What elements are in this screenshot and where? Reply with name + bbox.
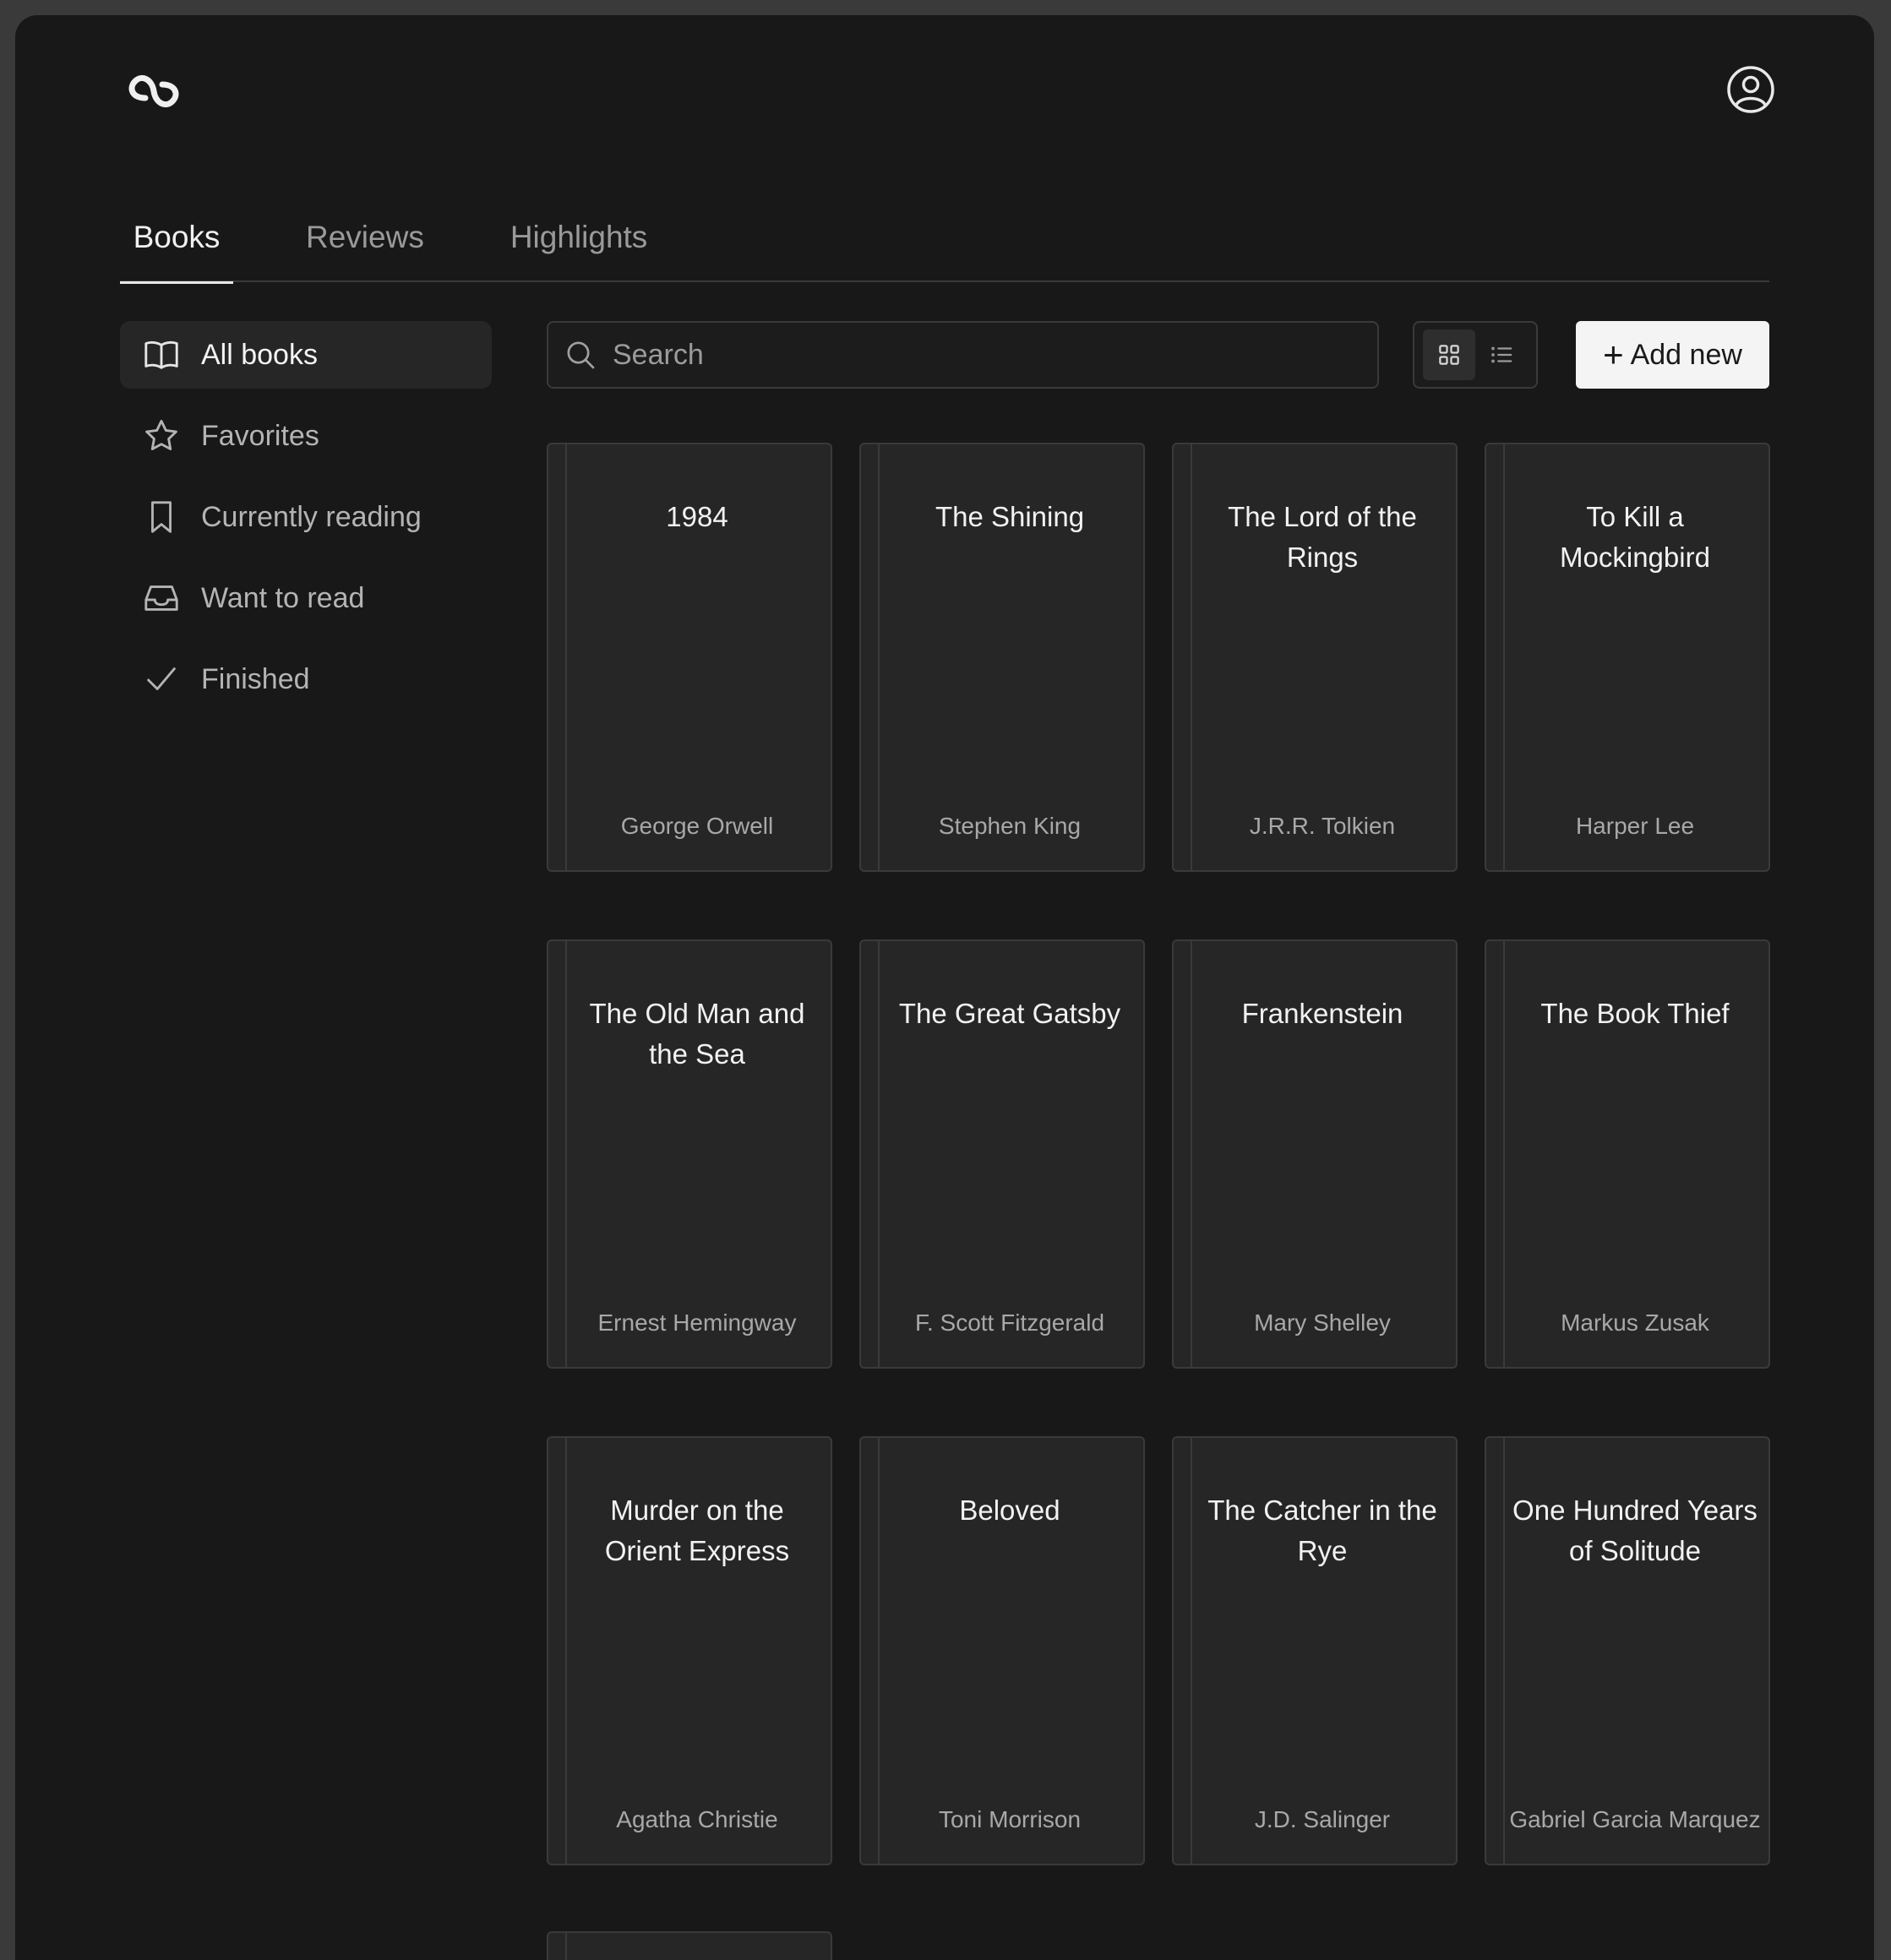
grid-icon [1439, 345, 1459, 365]
sidebar-item-label: All books [201, 338, 318, 371]
sidebar-item-favorites[interactable]: Favorites [120, 402, 492, 470]
book-card[interactable]: Frankenstein Mary Shelley [1172, 939, 1458, 1369]
sidebar-item-currently-reading[interactable]: Currently reading [120, 483, 492, 551]
sidebar: All books Favorites Currently reading Wa… [120, 321, 492, 727]
view-toggle [1413, 321, 1538, 389]
book-author: George Orwell [620, 813, 774, 839]
book-spine [878, 444, 880, 870]
app-window: Books Reviews Highlights All books Favor… [15, 15, 1874, 1960]
tab-books[interactable]: Books [120, 193, 233, 284]
book-author: Mary Shelley [1254, 1309, 1391, 1336]
book-card[interactable]: Beloved Toni Morrison [859, 1436, 1145, 1865]
top-bar [15, 15, 1874, 133]
book-spine [878, 941, 880, 1367]
search-input[interactable] [613, 338, 1339, 372]
inbox-icon [142, 579, 181, 618]
sidebar-item-finished[interactable]: Finished [120, 645, 492, 713]
book-title: The Old Man and the Sea [589, 998, 805, 1070]
book-spine [1503, 444, 1505, 870]
book-grid: 1984 George Orwell The Shining Stephen Kin… [547, 443, 1772, 1865]
book-spine [565, 1438, 567, 1864]
book-title: The Great Gatsby [898, 998, 1121, 1029]
add-new-label: Add new [1630, 338, 1742, 371]
check-icon [142, 660, 181, 699]
book-author: Markus Zusak [1561, 1309, 1709, 1336]
tab-highlights[interactable]: Highlights [495, 193, 662, 282]
sidebar-item-label: Want to read [201, 581, 365, 614]
book-spine [1191, 1438, 1192, 1864]
book-author: Stephen King [938, 813, 1082, 839]
sidebar-item-all-books[interactable]: All books [120, 321, 492, 389]
book-card[interactable]: Murder on the Orient Express Agatha Chris… [547, 1436, 832, 1865]
book-spine [878, 1438, 880, 1864]
sidebar-item-label: Finished [201, 662, 310, 695]
add-new-button[interactable]: + Add new [1576, 321, 1769, 389]
book-title: The Catcher in the Rye [1207, 1494, 1437, 1566]
plus-icon: + [1603, 335, 1624, 374]
book-card[interactable]: The Old Man and the Sea Ernest Hemingway [547, 939, 832, 1369]
book-spine [1503, 1438, 1505, 1864]
search-icon [567, 341, 595, 369]
book-spine [1191, 941, 1192, 1367]
book-card[interactable]: The Lord of the Rings J.R.R. Tolkien [1172, 443, 1458, 872]
list-view-button[interactable] [1475, 329, 1528, 380]
book-spine [1503, 941, 1505, 1367]
sidebar-item-label: Favorites [201, 419, 319, 452]
book-title: 1984 [666, 501, 728, 532]
user-circle-icon[interactable] [1724, 63, 1778, 117]
open-book-icon [142, 335, 181, 374]
book-card[interactable]: The Great Gatsby F. Scott Fitzgerald [859, 939, 1145, 1369]
book-author: F. Scott Fitzgerald [914, 1309, 1105, 1336]
list-icon [1491, 346, 1512, 363]
book-author: J.R.R. Tolkien [1249, 813, 1396, 839]
book-spine [565, 941, 567, 1367]
book-author: Agatha Christie [616, 1806, 778, 1832]
book-title: The Lord of the Rings [1228, 501, 1417, 573]
book-author: J.D. Salinger [1254, 1806, 1391, 1832]
book-author: Toni Morrison [938, 1806, 1082, 1832]
book-title: The Book Thief [1540, 998, 1730, 1029]
book-card[interactable]: 1984 George Orwell [547, 443, 832, 872]
bookmark-icon [142, 498, 181, 536]
book-card[interactable]: The Catcher in the Rye J.D. Salinger [1172, 1436, 1458, 1865]
search-box[interactable] [547, 321, 1379, 389]
book-title: Beloved [959, 1494, 1060, 1526]
book-card[interactable]: The Shining Stephen King [859, 443, 1145, 872]
book-title: One Hundred Years of Solitude [1512, 1494, 1757, 1566]
book-spine [565, 1933, 567, 1960]
book-title: To Kill a Mockingbird [1560, 501, 1710, 573]
book-title: The Shining [935, 501, 1085, 532]
swoosh-logo-icon[interactable] [120, 63, 188, 130]
book-author: Ernest Hemingway [597, 1309, 797, 1336]
book-spine [565, 444, 567, 870]
book-title: Murder on the Orient Express [604, 1494, 790, 1566]
sidebar-item-want-to-read[interactable]: Want to read [120, 564, 492, 632]
star-icon [142, 416, 181, 455]
book-card[interactable]: To Kill a Mockingbird Harper Lee [1485, 443, 1770, 872]
grid-view-button[interactable] [1423, 329, 1475, 380]
book-card-partial[interactable] [547, 1931, 832, 1960]
sidebar-item-label: Currently reading [201, 500, 422, 533]
book-card[interactable]: One Hundred Years of Solitude Gabriel Gar… [1485, 1436, 1770, 1865]
book-spine [1191, 444, 1192, 870]
book-title: Frankenstein [1241, 998, 1403, 1029]
book-card[interactable]: The Book Thief Markus Zusak [1485, 939, 1770, 1369]
tab-bar: Books Reviews Highlights [120, 193, 1769, 284]
book-author: Gabriel Garcia Marquez [1509, 1806, 1761, 1832]
book-author: Harper Lee [1575, 813, 1695, 839]
tab-reviews[interactable]: Reviews [291, 193, 439, 282]
